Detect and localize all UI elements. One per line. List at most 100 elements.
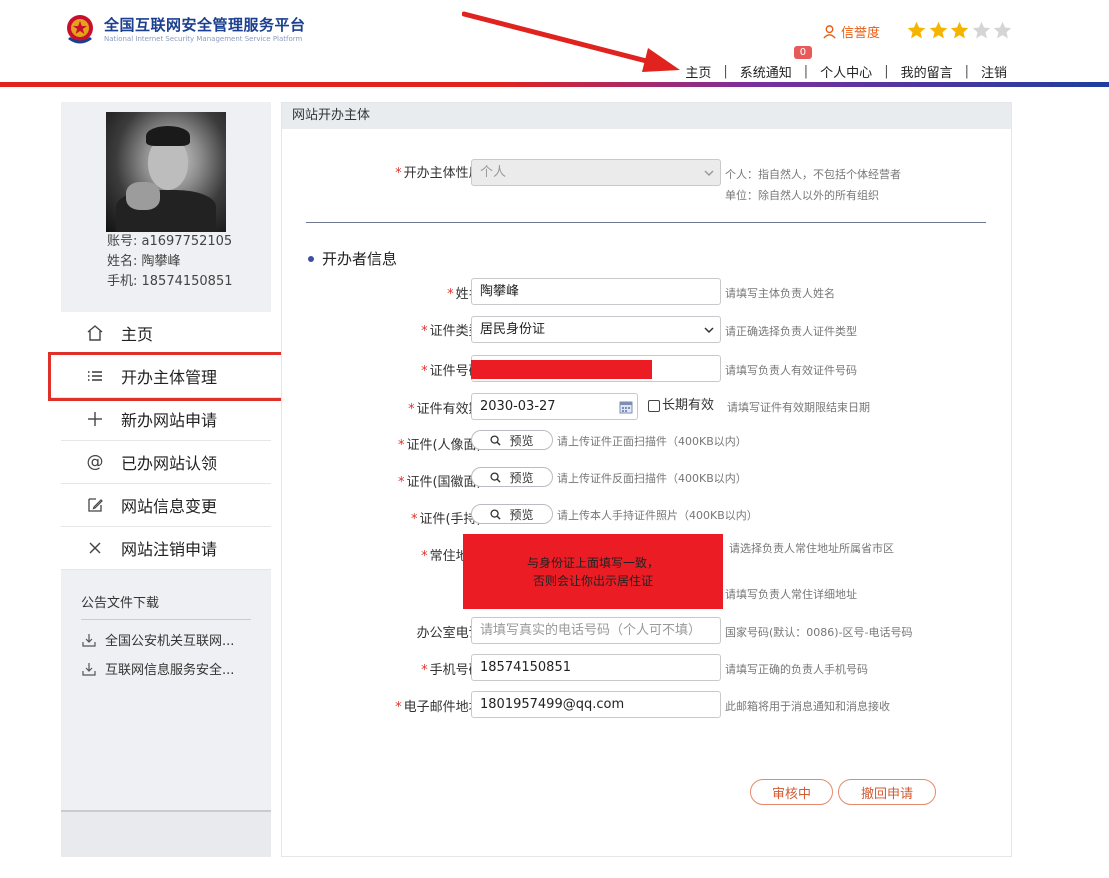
bullet-icon xyxy=(308,255,314,262)
header-stripe xyxy=(0,82,1109,87)
email-hint: 此邮箱将用于消息通知和消息接收 xyxy=(725,700,890,713)
download-icon xyxy=(82,633,96,647)
chevron-down-icon xyxy=(704,327,714,334)
logo-title: 全国互联网安全管理服务平台 xyxy=(104,16,306,34)
id-hand-hint: 请上传本人手持证件照片（400KB以内） xyxy=(557,509,758,522)
nav-my-messages[interactable]: 我的留言 xyxy=(901,62,953,81)
email-input[interactable]: 1801957499@qq.com xyxy=(471,691,721,718)
id-front-preview-button[interactable]: 预览 xyxy=(471,430,553,450)
at-icon: @ xyxy=(86,452,104,472)
sidebar-item-entity-management[interactable]: 开办主体管理 xyxy=(48,352,296,401)
panel-title: 网站开办主体 xyxy=(282,103,1011,129)
id-expiry-input[interactable]: 2030-03-27 xyxy=(471,393,638,420)
id-type-hint: 请正确选择负责人证件类型 xyxy=(725,325,857,338)
sidebar-item-home[interactable]: 主页 xyxy=(61,312,271,355)
site-logo[interactable]: 全国互联网安全管理服务平台 National Internet Security… xyxy=(62,12,306,48)
id-expiry-hint: 请填写证件有效期限结束日期 xyxy=(727,401,870,414)
review-status-button[interactable]: 审核中 xyxy=(750,779,833,805)
sidebar-item-cancel-site[interactable]: 网站注销申请 xyxy=(61,527,271,570)
address-note-line2: 否则会让你出示居住证 xyxy=(532,574,653,588)
sidebar-item-site-change[interactable]: 网站信息变更 xyxy=(61,484,271,527)
search-icon xyxy=(490,434,502,446)
download-label: 互联网信息服务安全... xyxy=(105,663,235,678)
star-empty-icon xyxy=(993,21,1012,39)
address-detail-hint: 请填写负责人常住详细地址 xyxy=(725,588,857,601)
user-profile: 账号: a1697752105 姓名: 陶攀峰 手机: 18574150851 xyxy=(61,102,271,302)
name-hint: 请填写主体负责人姓名 xyxy=(725,287,835,300)
notification-badge: 0 xyxy=(793,46,813,59)
star-filled-icon xyxy=(950,21,969,39)
id-back-hint: 请上传证件反面扫描件（400KB以内） xyxy=(557,472,747,485)
entity-type-hint-person: 个人：指自然人，不包括个体经营者 xyxy=(725,168,901,181)
home-icon xyxy=(85,323,105,343)
nav-notifications-label: 系统通知 xyxy=(739,66,792,81)
sidebar: 账号: a1697752105 姓名: 陶攀峰 手机: 18574150851 … xyxy=(48,102,296,857)
star-filled-icon xyxy=(907,21,926,39)
nav-logout[interactable]: 注销 xyxy=(981,62,1007,81)
sidebar-item-label: 开办主体管理 xyxy=(121,368,218,387)
office-phone-hint: 国家号码(默认：0086)-区号-电话号码 xyxy=(725,626,913,639)
address-note-line1: 与身份证上面填写一致， xyxy=(526,556,659,570)
nav-separator: | xyxy=(964,64,969,79)
plus-icon xyxy=(85,409,105,429)
mobile-hint: 请填写正确的负责人手机号码 xyxy=(725,663,868,676)
person-icon xyxy=(823,25,836,39)
sidebar-item-label: 主页 xyxy=(121,325,154,344)
download-icon xyxy=(82,662,96,676)
user-phone: 手机: 18574150851 xyxy=(107,274,233,289)
id-number-hint: 请填写负责人有效证件号码 xyxy=(725,364,857,377)
address-region-hint: 请选择负责人常住地址所属省市区 xyxy=(729,542,894,555)
sidebar-item-label: 已办网站认领 xyxy=(121,454,218,473)
entity-panel: 网站开办主体 * 开办主体性质: 个人 个人：指自然人，不包括个体经营者 单位：除… xyxy=(281,102,1012,857)
nav-separator: | xyxy=(884,64,889,79)
close-icon xyxy=(85,538,105,558)
download-link[interactable]: 全国公安机关互联网... xyxy=(81,630,251,649)
sidebar-item-label: 新办网站申请 xyxy=(121,411,218,430)
credit-label: 信誉度 xyxy=(841,26,881,41)
office-phone-input[interactable]: 请填写真实的电话号码（个人可不填） xyxy=(471,617,721,644)
search-icon xyxy=(490,471,502,483)
sidebar-item-label: 网站注销申请 xyxy=(121,540,218,559)
redaction-block xyxy=(471,360,652,379)
rating-stars xyxy=(906,20,1014,41)
withdraw-application-button[interactable]: 撤回申请 xyxy=(838,779,936,805)
calendar-icon xyxy=(619,401,633,414)
avatar xyxy=(106,112,226,232)
nav-home[interactable]: 主页 xyxy=(685,62,711,81)
downloads-section: 公告文件下载 全国公安机关互联网... 互联网信息服务安全... xyxy=(61,570,271,678)
nav-separator: | xyxy=(723,64,728,79)
sidebar-item-label: 网站信息变更 xyxy=(121,497,218,516)
id-type-select[interactable]: 居民身份证 xyxy=(471,316,721,343)
annotation-arrow-icon xyxy=(462,11,680,72)
sidebar-menu: 主页 开办主体管理 新办网站申请 @ 已办网站认领 网站信息变更 网站注销申请 xyxy=(48,312,296,570)
downloads-title: 公告文件下载 xyxy=(81,592,251,620)
id-back-preview-button[interactable]: 预览 xyxy=(471,467,553,487)
name-input[interactable]: 陶攀峰 xyxy=(471,278,721,305)
id-hand-preview-button[interactable]: 预览 xyxy=(471,504,553,524)
entity-type-select[interactable]: 个人 xyxy=(471,159,721,186)
user-name: 姓名: 陶攀峰 xyxy=(107,254,181,269)
star-filled-icon xyxy=(929,21,947,39)
list-icon xyxy=(85,366,105,386)
logo-subtitle: National Internet Security Management Se… xyxy=(104,35,303,43)
long-term-checkbox[interactable] xyxy=(648,400,660,412)
id-front-hint: 请上传证件正面扫描件（400KB以内） xyxy=(557,435,747,448)
credit-rating: 信誉度 xyxy=(822,22,880,41)
top-nav: 主页 | 系统通知 0 | 个人中心 | 我的留言 | 注销 xyxy=(685,46,1007,81)
account-id: 账号: a1697752105 xyxy=(107,234,233,249)
sidebar-item-claim-site[interactable]: @ 已办网站认领 xyxy=(61,441,271,484)
long-term-label: 长期有效 xyxy=(662,398,715,413)
download-link[interactable]: 互联网信息服务安全... xyxy=(81,659,251,678)
mobile-input[interactable]: 18574150851 xyxy=(471,654,721,681)
chevron-down-icon xyxy=(704,170,714,177)
sidebar-item-new-site[interactable]: 新办网站申请 xyxy=(61,398,271,441)
nav-separator: | xyxy=(803,64,809,79)
nav-personal-center[interactable]: 个人中心 xyxy=(820,62,872,81)
address-redaction-note: 与身份证上面填写一致， 否则会让你出示居住证 xyxy=(463,534,723,609)
download-label: 全国公安机关互联网... xyxy=(105,634,235,649)
police-emblem-icon xyxy=(67,15,93,44)
star-empty-icon xyxy=(972,21,990,39)
nav-notifications[interactable]: 系统通知 0 xyxy=(739,46,813,81)
edit-icon xyxy=(85,495,105,515)
sidebar-footer xyxy=(61,810,271,857)
